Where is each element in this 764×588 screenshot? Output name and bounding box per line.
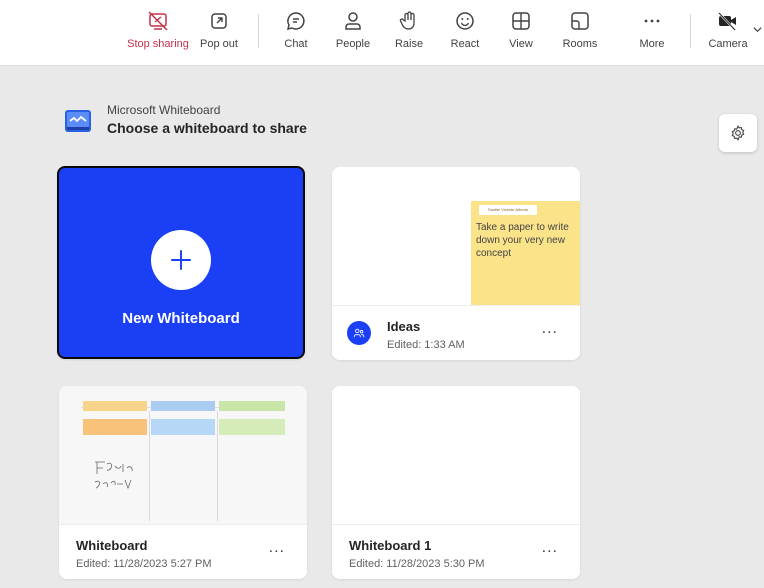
toolbar-divider (258, 14, 259, 48)
chat-icon (286, 12, 305, 31)
camera-label: Camera (708, 38, 748, 50)
settings-button[interactable] (719, 114, 757, 152)
card-more-button[interactable]: ... (269, 539, 285, 557)
stop-sharing-label: Stop sharing (127, 38, 189, 50)
pop-out-icon (211, 13, 227, 29)
people-icon (345, 12, 361, 30)
rooms-label: Rooms (562, 38, 598, 50)
whiteboard-card-whiteboard[interactable]: Whiteboard Edited: 11/28/2023 5:27 PM ..… (59, 386, 307, 579)
new-whiteboard-plus (151, 230, 211, 290)
new-whiteboard-card[interactable]: New Whiteboard (57, 166, 305, 359)
chat-button[interactable]: Chat (266, 10, 326, 62)
rooms-button[interactable]: Rooms (550, 10, 610, 62)
whiteboard-thumbnail (59, 386, 307, 524)
raise-hand-icon (399, 11, 415, 30)
handwriting-scribble (94, 461, 133, 490)
react-button[interactable]: React (435, 10, 495, 62)
more-label: More (639, 38, 665, 50)
camera-button[interactable]: Camera (698, 10, 758, 62)
card-info: Ideas Edited: 1:33 AM ... (332, 305, 580, 360)
toolbar-divider (690, 14, 691, 48)
card-more-button[interactable]: ... (542, 539, 558, 557)
whiteboard-card-whiteboard-1[interactable]: Whiteboard 1 Edited: 11/28/2023 5:30 PM … (332, 386, 580, 579)
react-icon (456, 12, 474, 30)
lane-cells (151, 419, 215, 435)
whiteboard-thumbnail: Santiel Vicente Alfredo Take a paper to … (332, 167, 580, 305)
app-name: Microsoft Whiteboard (107, 103, 221, 117)
sticky-text: Take a paper to write down your very new… (476, 222, 569, 259)
card-edited-time: Edited: 11/28/2023 5:27 PM (76, 558, 212, 570)
card-more-button[interactable]: ... (542, 320, 558, 338)
page-title: Choose a whiteboard to share (107, 120, 307, 136)
people-button[interactable]: People (323, 10, 383, 62)
card-title: Whiteboard 1 (349, 538, 432, 553)
camera-off-icon (718, 12, 736, 31)
lane-divider (149, 411, 150, 521)
people-label: People (335, 38, 371, 50)
view-label: View (509, 38, 533, 50)
stop-sharing-icon (148, 11, 168, 31)
raise-hand-button[interactable]: Raise (379, 10, 439, 62)
lane-cells (83, 419, 147, 435)
react-label: React (450, 38, 480, 50)
gear-icon (731, 125, 745, 141)
shared-avatar (347, 321, 371, 345)
chat-label: Chat (284, 38, 308, 50)
pop-out-button[interactable]: Pop out (189, 10, 249, 62)
pop-out-label: Pop out (200, 38, 238, 50)
lane-header (151, 401, 215, 411)
card-title: Ideas (387, 319, 421, 334)
card-edited-time: Edited: 1:33 AM (387, 339, 465, 351)
sticky-author-tag: Santiel Vicente Alfredo (479, 205, 537, 215)
whiteboard-thumbnail (332, 386, 580, 524)
view-icon (512, 12, 530, 30)
whiteboard-card-ideas[interactable]: Santiel Vicente Alfredo Take a paper to … (332, 167, 580, 360)
people-icon (353, 328, 365, 338)
stop-sharing-button[interactable]: Stop sharing (127, 10, 189, 62)
card-title: Whiteboard (76, 538, 148, 553)
chevron-down-icon (753, 27, 762, 33)
lane-header (83, 401, 147, 411)
card-info: Whiteboard 1 Edited: 11/28/2023 5:30 PM … (332, 524, 580, 579)
lane-divider (217, 411, 218, 521)
rooms-icon (571, 12, 589, 30)
more-icon (644, 19, 660, 23)
raise-label: Raise (394, 38, 424, 50)
new-whiteboard-label: New Whiteboard (122, 310, 240, 327)
card-edited-time: Edited: 11/28/2023 5:30 PM (349, 558, 485, 570)
sticky-note: Santiel Vicente Alfredo Take a paper to … (471, 201, 580, 305)
plus-icon (171, 250, 191, 270)
camera-options-chevron[interactable] (752, 22, 764, 36)
more-button[interactable]: More (622, 10, 682, 62)
lane-header (219, 401, 285, 411)
whiteboard-logo-icon (65, 110, 91, 132)
meeting-toolbar: Stop sharing Pop out Chat People Raise R… (0, 0, 764, 66)
view-button[interactable]: View (491, 10, 551, 62)
lane-cells (219, 419, 285, 435)
card-info: Whiteboard Edited: 11/28/2023 5:27 PM ..… (59, 524, 307, 579)
